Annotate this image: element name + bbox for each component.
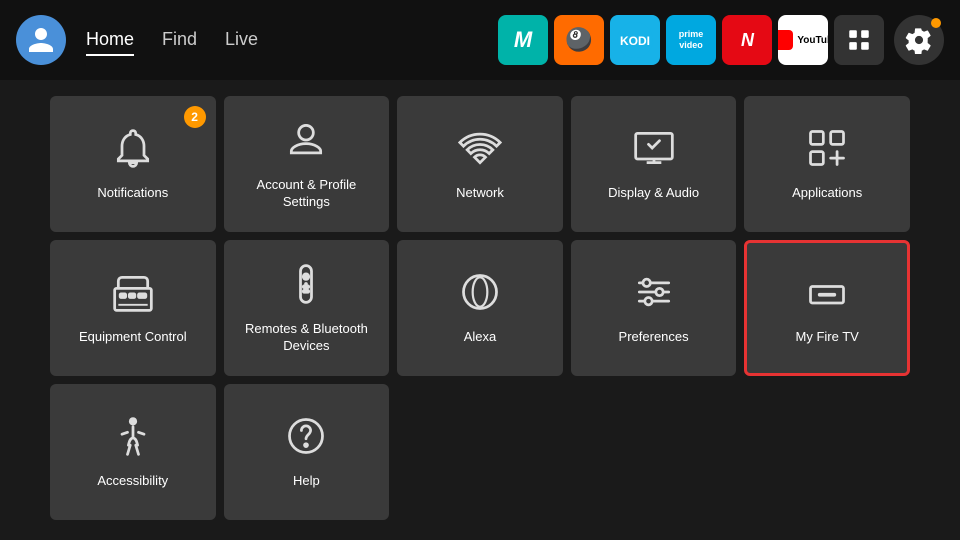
- tile-remotes-label: Remotes & Bluetooth Devices: [234, 321, 380, 355]
- tile-display-label: Display & Audio: [608, 185, 699, 202]
- preferences-icon: [632, 270, 676, 319]
- app-youtube[interactable]: YouTube: [778, 15, 828, 65]
- remote-icon: [284, 262, 328, 311]
- tile-preferences[interactable]: Preferences: [571, 240, 737, 376]
- tile-remotes[interactable]: Remotes & Bluetooth Devices: [224, 240, 390, 376]
- tile-help-label: Help: [293, 473, 320, 490]
- avatar[interactable]: [16, 15, 66, 65]
- tile-help[interactable]: Help: [224, 384, 390, 520]
- nav-live[interactable]: Live: [225, 25, 258, 56]
- firetv-icon: [805, 270, 849, 319]
- app-netflix[interactable]: N: [722, 15, 772, 65]
- svg-text:KODI: KODI: [620, 34, 650, 48]
- tile-equipment[interactable]: Equipment Control: [50, 240, 216, 376]
- nav-find[interactable]: Find: [162, 25, 197, 56]
- nav-home[interactable]: Home: [86, 25, 134, 56]
- app-grid[interactable]: [834, 15, 884, 65]
- tile-account-label: Account & Profile Settings: [234, 177, 380, 211]
- notification-dot: [931, 18, 941, 28]
- bell-icon: [111, 126, 155, 175]
- gear-icon: [905, 26, 933, 54]
- tile-alexa[interactable]: Alexa: [397, 240, 563, 376]
- display-icon: [632, 126, 676, 175]
- app-kodi[interactable]: KODI: [610, 15, 660, 65]
- tile-network[interactable]: Network: [397, 96, 563, 232]
- alexa-icon: [458, 270, 502, 319]
- tile-notifications[interactable]: 2 Notifications: [50, 96, 216, 232]
- settings-button[interactable]: [894, 15, 944, 65]
- tile-applications[interactable]: Applications: [744, 96, 910, 232]
- equipment-icon: [111, 270, 155, 319]
- nav-items: Home Find Live: [86, 25, 258, 56]
- notification-badge: 2: [184, 106, 206, 128]
- tile-preferences-label: Preferences: [619, 329, 689, 346]
- tile-myfiretv[interactable]: My Fire TV: [744, 240, 910, 376]
- tile-applications-label: Applications: [792, 185, 862, 202]
- tile-alexa-label: Alexa: [464, 329, 497, 346]
- wifi-icon: [458, 126, 502, 175]
- tile-notifications-label: Notifications: [97, 185, 168, 202]
- settings-grid: 2 Notifications Account & Profile Settin…: [0, 80, 960, 536]
- tile-account[interactable]: Account & Profile Settings: [224, 96, 390, 232]
- applications-icon: [805, 126, 849, 175]
- account-icon: [284, 118, 328, 167]
- app-sport[interactable]: 🎱: [554, 15, 604, 65]
- tile-equipment-label: Equipment Control: [79, 329, 187, 346]
- accessibility-icon: [111, 414, 155, 463]
- app-shortcuts: M 🎱 KODI primevideo N YouTube: [498, 15, 944, 65]
- tile-myfiretv-label: My Fire TV: [796, 329, 859, 346]
- help-icon: [284, 414, 328, 463]
- tile-accessibility-label: Accessibility: [97, 473, 168, 490]
- topbar: Home Find Live M 🎱 KODI primevideo N: [0, 0, 960, 80]
- app-max[interactable]: M: [498, 15, 548, 65]
- tile-accessibility[interactable]: Accessibility: [50, 384, 216, 520]
- tile-network-label: Network: [456, 185, 504, 202]
- app-prime[interactable]: primevideo: [666, 15, 716, 65]
- tile-display[interactable]: Display & Audio: [571, 96, 737, 232]
